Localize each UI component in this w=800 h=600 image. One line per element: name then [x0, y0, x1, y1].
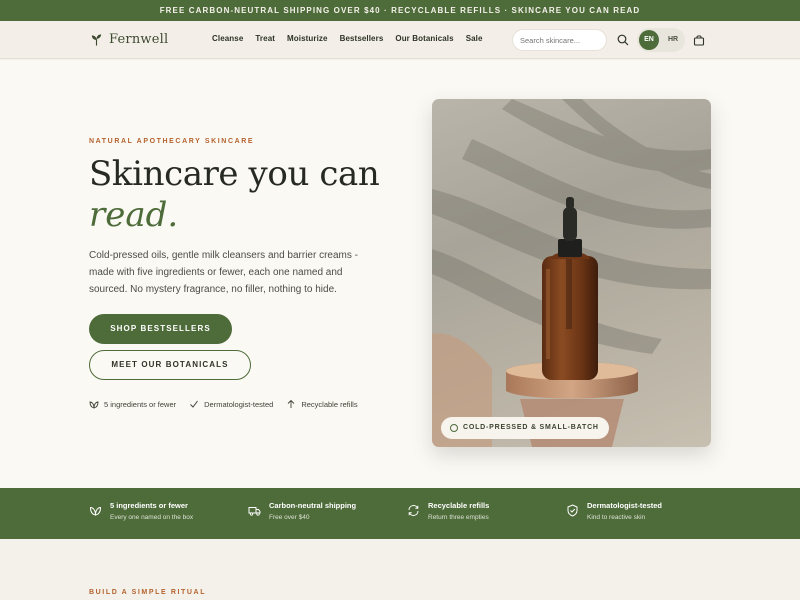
benefit-title: Recyclable refills [428, 501, 490, 510]
sprout-icon [91, 33, 102, 46]
benefits-band: 5 ingredients or fewer Every one named o… [0, 488, 800, 539]
bag-icon[interactable] [693, 34, 705, 46]
benefit-title: 5 ingredients or fewer [110, 501, 188, 510]
hero-title: Skincare you can [89, 154, 380, 194]
refresh-icon [408, 505, 419, 516]
benefit-dermatologist: Dermatologist-tested Kind to reactive sk… [566, 501, 662, 523]
site-header: Fernwell Cleanse Treat Moisturize Bestse… [0, 21, 800, 59]
lang-en-button[interactable]: EN [639, 30, 659, 50]
main-nav: Cleanse Treat Moisturize Bestsellers Our… [212, 34, 495, 43]
feature-label: 5 ingredients or fewer [104, 399, 177, 409]
feature-label: Dermatologist-tested [204, 399, 274, 409]
nav-moisturize[interactable]: Moisturize [287, 34, 328, 43]
feature-refills: Recyclable refills [286, 399, 358, 409]
hero-description: Cold-pressed oils, gentle milk cleansers… [89, 250, 358, 295]
feature-ingredients: 5 ingredients or fewer [89, 399, 176, 409]
check-icon [190, 400, 199, 408]
logo-text: Fernwell [109, 32, 169, 47]
truck-icon [248, 507, 261, 516]
benefit-refills: Recyclable refills Return three empties [407, 501, 489, 523]
benefit-subtitle: Kind to reactive skin [587, 514, 646, 521]
benefit-title: Dermatologist-tested [587, 501, 663, 510]
search-icon[interactable] [617, 34, 629, 46]
nav-our-botanicals[interactable]: Our Botanicals [395, 34, 453, 43]
leaf-icon [89, 506, 102, 516]
meet-botanicals-button[interactable]: MEET OUR BOTANICALS [89, 350, 251, 380]
benefit-shipping: Carbon-neutral shipping Free over $40 [248, 501, 356, 523]
nav-sale[interactable]: Sale [466, 34, 483, 43]
image-tag-label: COLD-PRESSED & SMALL-BATCH [463, 424, 599, 431]
logo[interactable]: Fernwell [90, 32, 168, 47]
hero-features: 5 ingredients or fewer Dermatologist-tes… [89, 399, 371, 409]
feature-dermatologist: Dermatologist-tested [189, 399, 273, 409]
hero-section: NATURAL APOTHECARY SKINCARE Skincare you… [0, 60, 800, 488]
image-tag: COLD-PRESSED & SMALL-BATCH [441, 417, 609, 439]
ritual-eyebrow: BUILD A SIMPLE RITUAL [89, 589, 207, 596]
hero-title-accent: read. [89, 195, 179, 235]
leaf-icon [89, 401, 99, 409]
language-switcher: EN HR [637, 28, 685, 52]
feature-label: Recyclable refills [301, 399, 358, 409]
search-input[interactable] [512, 29, 607, 51]
benefit-subtitle: Return three empties [428, 514, 489, 521]
nav-treat[interactable]: Treat [255, 34, 275, 43]
shop-bestsellers-button[interactable]: SHOP BESTSELLERS [89, 314, 232, 344]
benefit-subtitle: Every one named on the box [110, 514, 194, 521]
shield-icon [567, 504, 578, 517]
hero-eyebrow: NATURAL APOTHECARY SKINCARE [89, 138, 255, 145]
announcement-bar: FREE CARBON-NEUTRAL SHIPPING OVER $40 · … [0, 0, 800, 21]
lang-hr-button[interactable]: HR [663, 30, 683, 50]
benefit-subtitle: Free over $40 [269, 514, 310, 521]
circle-icon [450, 424, 458, 432]
hero-product-image: COLD-PRESSED & SMALL-BATCH [432, 99, 711, 447]
benefit-ingredients: 5 ingredients or fewer Every one named o… [89, 501, 193, 523]
serum-bottle-photo [432, 99, 711, 447]
arrow-up-icon [288, 399, 295, 408]
nav-cleanse[interactable]: Cleanse [212, 34, 243, 43]
nav-bestsellers[interactable]: Bestsellers [340, 34, 384, 43]
benefit-title: Carbon-neutral shipping [269, 501, 357, 510]
